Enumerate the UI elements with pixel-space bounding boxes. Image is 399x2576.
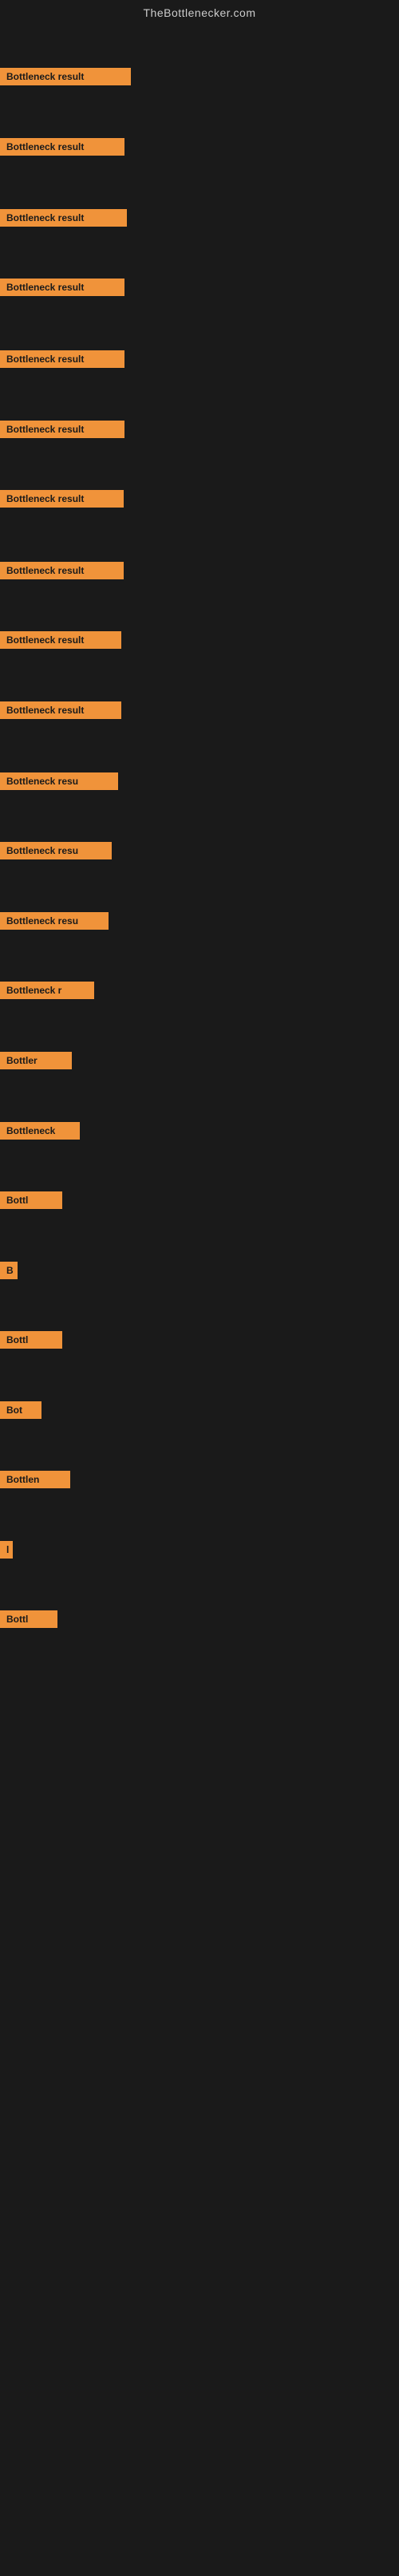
bottleneck-item-15: Bottler <box>0 1052 72 1073</box>
bottleneck-label-11: Bottleneck resu <box>0 772 118 790</box>
bottleneck-label-23: Bottl <box>0 1610 57 1628</box>
bottleneck-item-23: Bottl <box>0 1610 57 1632</box>
bottleneck-label-1: Bottleneck result <box>0 68 131 85</box>
bottleneck-label-15: Bottler <box>0 1052 72 1069</box>
bottleneck-label-8: Bottleneck result <box>0 562 124 579</box>
bottleneck-item-4: Bottleneck result <box>0 279 124 300</box>
bottleneck-item-10: Bottleneck result <box>0 701 121 723</box>
bottleneck-item-1: Bottleneck result <box>0 68 131 89</box>
bottleneck-label-12: Bottleneck resu <box>0 842 112 859</box>
bottleneck-label-3: Bottleneck result <box>0 209 127 227</box>
bottleneck-item-21: Bottlen <box>0 1471 70 1492</box>
bottleneck-label-5: Bottleneck result <box>0 350 124 368</box>
bottleneck-item-19: Bottl <box>0 1331 62 1353</box>
bottleneck-item-8: Bottleneck result <box>0 562 124 583</box>
bottleneck-label-4: Bottleneck result <box>0 279 124 296</box>
bottleneck-label-9: Bottleneck result <box>0 631 121 649</box>
bottleneck-item-12: Bottleneck resu <box>0 842 112 863</box>
bottleneck-item-7: Bottleneck result <box>0 490 124 512</box>
bottleneck-label-7: Bottleneck result <box>0 490 124 508</box>
bottleneck-label-18: B <box>0 1262 18 1279</box>
bottleneck-item-11: Bottleneck resu <box>0 772 118 794</box>
bottleneck-label-22: l <box>0 1541 13 1559</box>
bottleneck-item-16: Bottleneck <box>0 1122 80 1144</box>
bottleneck-item-6: Bottleneck result <box>0 421 124 442</box>
bottleneck-label-21: Bottlen <box>0 1471 70 1488</box>
bottleneck-label-13: Bottleneck resu <box>0 912 109 930</box>
bottleneck-item-9: Bottleneck result <box>0 631 121 653</box>
bottleneck-label-20: Bot <box>0 1401 41 1419</box>
bottleneck-label-10: Bottleneck result <box>0 701 121 719</box>
bottleneck-item-20: Bot <box>0 1401 41 1423</box>
bottleneck-label-19: Bottl <box>0 1331 62 1349</box>
bottleneck-label-17: Bottl <box>0 1191 62 1209</box>
site-title: TheBottlenecker.com <box>0 0 399 22</box>
bottleneck-item-13: Bottleneck resu <box>0 912 109 934</box>
bottleneck-item-14: Bottleneck r <box>0 982 94 1003</box>
bottleneck-label-16: Bottleneck <box>0 1122 80 1140</box>
bottleneck-item-2: Bottleneck result <box>0 138 124 160</box>
bottleneck-label-2: Bottleneck result <box>0 138 124 156</box>
bottleneck-item-22: l <box>0 1541 13 1563</box>
bottleneck-item-3: Bottleneck result <box>0 209 127 231</box>
bottleneck-item-17: Bottl <box>0 1191 62 1213</box>
bottleneck-item-18: B <box>0 1262 18 1283</box>
bottleneck-label-6: Bottleneck result <box>0 421 124 438</box>
bottleneck-item-5: Bottleneck result <box>0 350 124 372</box>
bottleneck-label-14: Bottleneck r <box>0 982 94 999</box>
